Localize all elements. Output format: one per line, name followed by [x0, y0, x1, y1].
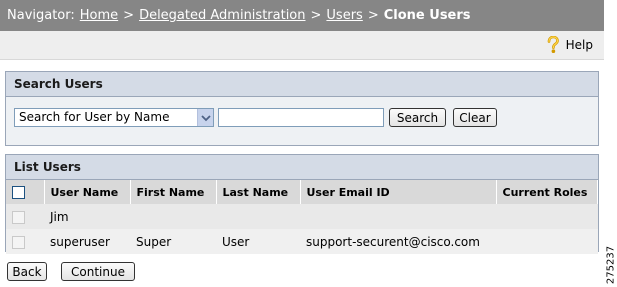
cell-roles: [496, 229, 598, 254]
search-type-select[interactable]: Search for User by Name: [14, 108, 214, 127]
help-link[interactable]: Help: [566, 38, 593, 52]
column-header-current-roles[interactable]: Current Roles: [496, 180, 598, 204]
search-input[interactable]: [218, 108, 384, 127]
chevron-down-icon[interactable]: [197, 109, 213, 126]
breadcrumb-delegated-admin-link[interactable]: Delegated Administration: [139, 8, 305, 23]
help-question-icon[interactable]: [546, 35, 560, 54]
column-header-user-name[interactable]: User Name: [44, 180, 131, 204]
breadcrumb-separator: >: [367, 8, 379, 23]
cell-email: support-securent@cisco.com: [300, 229, 496, 254]
search-users-title: Search Users: [6, 72, 598, 97]
row-checkbox[interactable]: [12, 235, 25, 249]
table-header-row: User Name First Name Last Name User Emai…: [6, 180, 598, 204]
breadcrumb-separator: >: [123, 8, 135, 23]
search-button[interactable]: Search: [389, 108, 446, 127]
cell-first-name: [130, 204, 216, 229]
navigator-label: Navigator:: [7, 8, 75, 23]
list-users-title: List Users: [6, 155, 598, 180]
back-button[interactable]: Back: [7, 262, 47, 281]
column-header-email[interactable]: User Email ID: [300, 180, 497, 204]
cell-roles: [496, 204, 598, 229]
search-users-panel: Search Users Search for User by Name Sea…: [5, 71, 599, 146]
row-checkbox-cell: [6, 229, 44, 254]
select-all-checkbox[interactable]: [12, 185, 25, 199]
table-row: superuser Super User support-securent@ci…: [6, 229, 598, 254]
row-checkbox[interactable]: [12, 210, 25, 224]
cell-user-name: Jim: [44, 204, 130, 229]
cell-last-name: User: [216, 229, 300, 254]
cell-user-name: superuser: [44, 229, 130, 254]
cell-first-name: Super: [130, 229, 216, 254]
breadcrumb-users-link[interactable]: Users: [326, 8, 362, 23]
continue-button[interactable]: Continue: [61, 262, 135, 281]
list-users-panel: List Users User Name First Name Last Nam…: [5, 154, 599, 254]
column-header-last-name[interactable]: Last Name: [216, 180, 301, 204]
breadcrumb-home-link[interactable]: Home: [80, 8, 118, 23]
search-type-selected-value: Search for User by Name: [19, 110, 170, 124]
cell-email: [300, 204, 496, 229]
search-row: Search for User by Name Search Clear: [6, 97, 598, 145]
help-bar: Help: [0, 31, 604, 60]
figure-number: 275237: [604, 244, 617, 286]
clear-button[interactable]: Clear: [453, 108, 497, 127]
breadcrumb-separator: >: [310, 8, 322, 23]
breadcrumb-bar: Navigator: Home > Delegated Administrati…: [0, 0, 604, 31]
row-checkbox-cell: [6, 204, 44, 229]
select-all-header: [6, 180, 45, 204]
figure-number-text: 275237: [605, 245, 616, 285]
column-header-first-name[interactable]: First Name: [130, 180, 217, 204]
table-row: Jim: [6, 204, 598, 229]
cell-last-name: [216, 204, 300, 229]
page-title: Clone Users: [383, 8, 471, 23]
users-table: User Name First Name Last Name User Emai…: [6, 180, 598, 254]
